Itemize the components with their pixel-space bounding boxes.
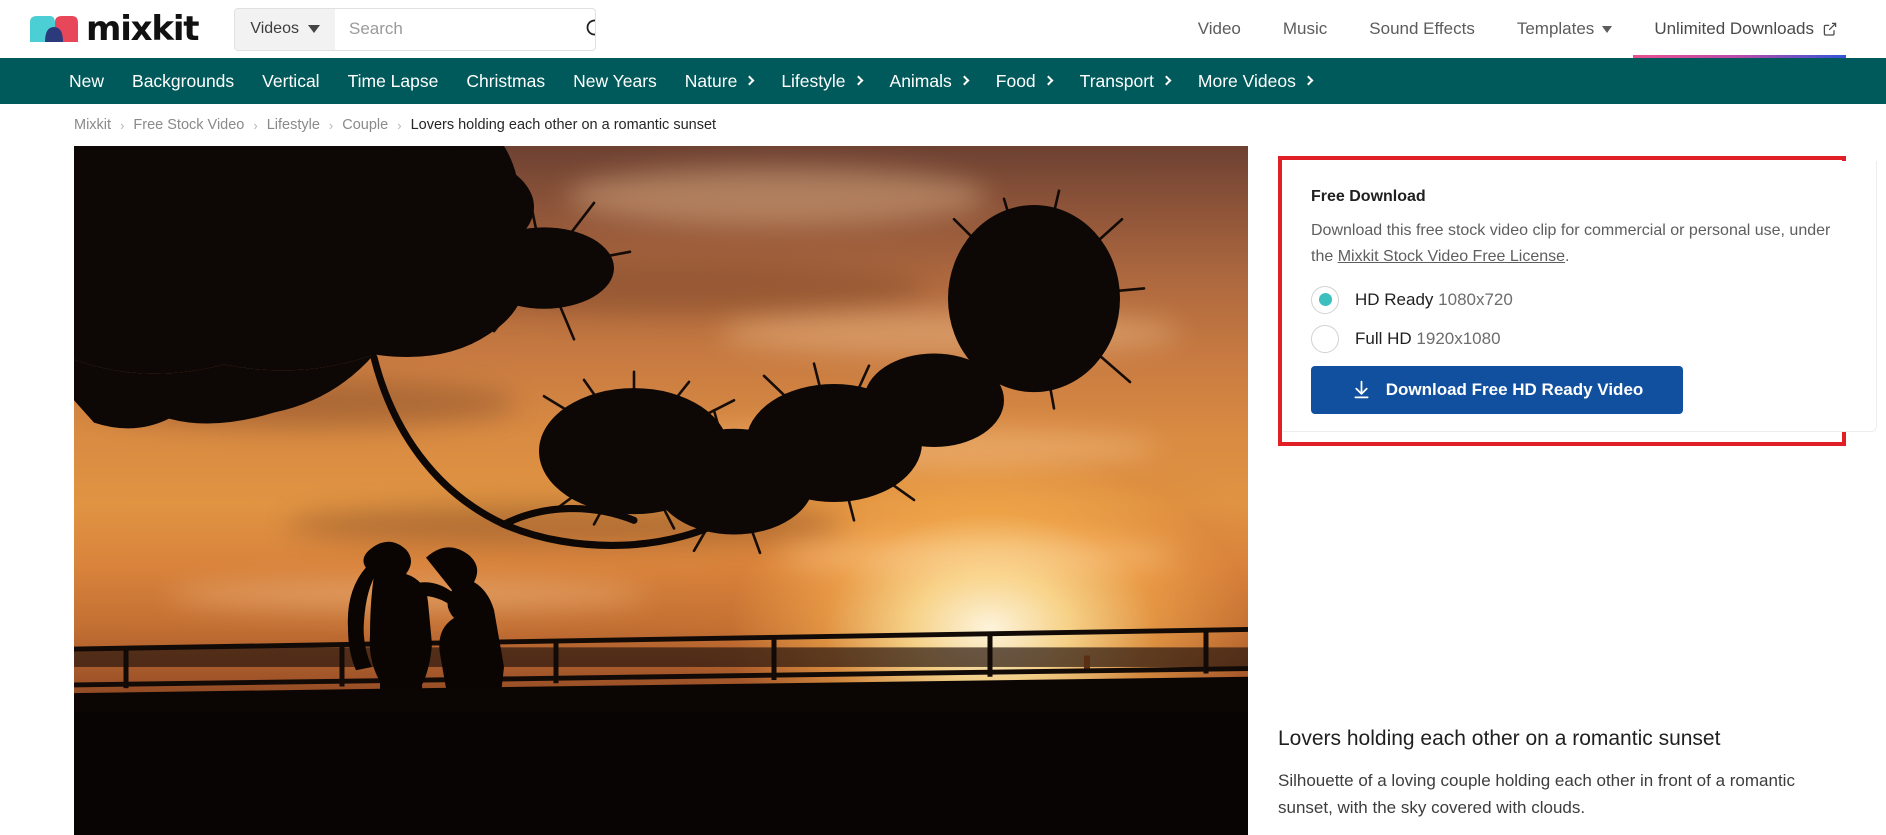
download-panel-title: Free Download	[1311, 188, 1426, 205]
category-label: New	[69, 70, 105, 91]
category-label: Transport	[1079, 70, 1154, 91]
breadcrumb-separator: ›	[120, 117, 125, 133]
video-column	[74, 146, 1248, 835]
clip-description: Silhouette of a loving couple holding ea…	[1278, 771, 1795, 817]
category-label: Vertical	[262, 70, 320, 91]
breadcrumb-item-couple[interactable]: Couple	[342, 117, 388, 133]
category-christmas[interactable]: Christmas	[452, 58, 559, 104]
clip-info: Lovers holding each other on a romantic …	[1278, 727, 1846, 821]
resolution-name: HD Ready	[1355, 289, 1434, 309]
clip-title: Lovers holding each other on a romantic …	[1278, 727, 1721, 751]
category-label: New Years	[573, 70, 657, 91]
category-animals[interactable]: Animals	[876, 58, 982, 104]
category-food[interactable]: Food	[982, 58, 1066, 104]
category-lifestyle[interactable]: Lifestyle	[767, 58, 875, 104]
category-label: Nature	[684, 70, 738, 91]
chevron-right-icon	[853, 75, 863, 86]
search-input[interactable]	[334, 8, 584, 50]
breadcrumb-item-mixkit[interactable]: Mixkit	[74, 117, 111, 133]
category-label: Animals	[889, 70, 952, 91]
mixkit-logo-icon	[30, 16, 78, 42]
nav-item-label: Unlimited Downloads	[1654, 19, 1814, 38]
nav-item-music[interactable]: Music	[1262, 0, 1348, 58]
download-button-label: Download Free HD Ready Video	[1385, 379, 1644, 399]
category-label: More Videos	[1197, 70, 1296, 91]
breadcrumb: Mixkit › Free Stock Video › Lifestyle › …	[0, 104, 1886, 146]
nav-item-label: Video	[1197, 19, 1241, 38]
nav-item-label: Sound Effects	[1369, 19, 1475, 38]
category-transport[interactable]: Transport	[1066, 58, 1184, 104]
description-text-after: .	[1565, 247, 1570, 265]
resolution-name: Full HD	[1355, 328, 1412, 348]
download-button[interactable]: Download Free HD Ready Video	[1311, 365, 1683, 414]
logo-wordmark: mixkit	[86, 9, 200, 49]
category-backgrounds[interactable]: Backgrounds	[118, 58, 248, 104]
radio-dot-icon	[1318, 293, 1332, 307]
resolution-label: HD Ready 1080x720	[1355, 290, 1513, 310]
search-submit-button[interactable]	[584, 9, 596, 50]
sidebar-column: Free Download Download this free stock v…	[1278, 146, 1877, 835]
search-icon	[586, 19, 596, 36]
nav-item-sound-effects[interactable]: Sound Effects	[1348, 0, 1496, 58]
chevron-right-icon	[959, 75, 970, 86]
chevron-down-icon	[1602, 25, 1613, 33]
nav-item-label: Music	[1282, 19, 1328, 38]
breadcrumb-separator: ›	[397, 117, 402, 133]
resolution-option-hd-ready[interactable]: HD Ready 1080x720	[1311, 285, 1846, 314]
category-label: Christmas	[466, 70, 546, 91]
category-more-videos[interactable]: More Videos	[1184, 58, 1326, 104]
category-label: Time Lapse	[347, 70, 439, 91]
breadcrumb-separator: ›	[328, 117, 334, 133]
external-link-icon	[1823, 22, 1837, 36]
category-new-years[interactable]: New Years	[559, 58, 671, 104]
category-nav: New Backgrounds Vertical Time Lapse Chri…	[0, 58, 1886, 104]
download-icon	[1354, 381, 1369, 399]
breadcrumb-separator: ›	[253, 117, 258, 133]
nav-item-unlimited-downloads[interactable]: Unlimited Downloads	[1633, 0, 1846, 58]
radio-button-selected[interactable]	[1311, 285, 1339, 314]
category-nature[interactable]: Nature	[671, 58, 768, 104]
license-link[interactable]: Mixkit Stock Video Free License	[1338, 248, 1565, 265]
pier-and-couple-silhouette	[74, 541, 1248, 835]
search-scope-label: Videos	[250, 20, 299, 37]
chevron-right-icon	[1161, 75, 1172, 86]
breadcrumb-item-free-stock-video[interactable]: Free Stock Video	[133, 117, 244, 133]
category-label: Food	[995, 70, 1036, 91]
breadcrumb-item-current: Lovers holding each other on a romantic …	[410, 117, 717, 133]
search-scope-dropdown[interactable]: Videos	[235, 8, 335, 50]
search-bar[interactable]: Videos	[234, 7, 597, 51]
site-header: mixkit Videos Video Music Sound Effects …	[0, 0, 1886, 58]
category-time-lapse[interactable]: Time Lapse	[334, 58, 453, 104]
breadcrumb-item-lifestyle[interactable]: Lifestyle	[267, 117, 320, 133]
resolution-option-full-hd[interactable]: Full HD 1920x1080	[1311, 324, 1846, 353]
main-content: Free Download Download this free stock v…	[0, 146, 1886, 835]
download-panel-highlight: Free Download Download this free stock v…	[1278, 156, 1877, 446]
video-player[interactable]	[74, 146, 1248, 835]
primary-nav: Video Music Sound Effects Templates Unli…	[1177, 0, 1846, 58]
category-label: Lifestyle	[781, 70, 846, 91]
radio-button-unselected[interactable]	[1311, 324, 1339, 353]
nav-item-templates[interactable]: Templates	[1496, 0, 1633, 58]
resolution-label: Full HD 1920x1080	[1355, 329, 1501, 349]
nav-item-video[interactable]: Video	[1177, 0, 1262, 58]
download-panel: Free Download Download this free stock v…	[1283, 161, 1877, 432]
chevron-right-icon	[1043, 75, 1054, 86]
category-new[interactable]: New	[55, 58, 118, 104]
site-logo[interactable]: mixkit	[28, 0, 200, 58]
download-panel-description: Download this free stock video clip for …	[1311, 218, 1846, 270]
chevron-right-icon	[744, 75, 755, 86]
chevron-down-icon	[307, 25, 320, 33]
resolution-value: 1920x1080	[1416, 328, 1501, 348]
category-vertical[interactable]: Vertical	[248, 58, 333, 104]
category-label: Backgrounds	[132, 70, 235, 91]
resolution-value: 1080x720	[1438, 289, 1513, 309]
pine-branch-silhouette	[74, 146, 1146, 555]
nav-active-underline	[1633, 55, 1846, 58]
chevron-right-icon	[1303, 75, 1314, 86]
nav-item-label: Templates	[1516, 19, 1595, 38]
